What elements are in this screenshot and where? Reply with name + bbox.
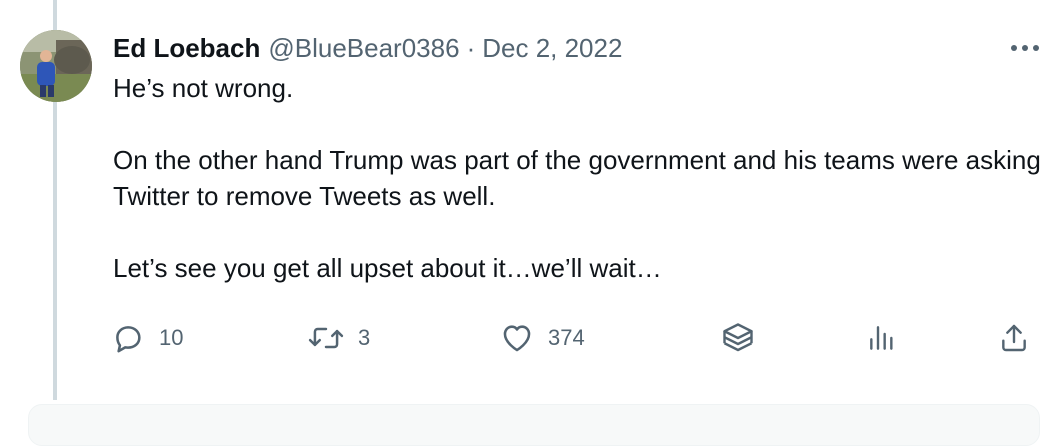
tweet-date[interactable]: Dec 2, 2022 xyxy=(482,33,622,64)
stack-layers-icon xyxy=(723,323,753,352)
retweet-icon xyxy=(308,327,344,349)
retweet-count: 3 xyxy=(358,325,371,350)
retweet-button[interactable]: 3 xyxy=(308,316,370,360)
tweet-actions-bar: 10 3 374 xyxy=(0,316,1054,360)
user-handle[interactable]: @BlueBear0386 xyxy=(268,33,459,64)
next-tweet-box xyxy=(28,404,1040,446)
heart-icon xyxy=(503,325,531,352)
more-options-button[interactable] xyxy=(1003,30,1047,66)
reply-count: 10 xyxy=(159,325,184,350)
avatar[interactable] xyxy=(20,30,92,102)
reply-bubble-icon xyxy=(116,326,141,353)
display-name[interactable]: Ed Loebach xyxy=(113,33,260,64)
tweet-header: Ed Loebach @BlueBear0386 · Dec 2, 2022 xyxy=(113,28,994,68)
separator-dot: · xyxy=(466,32,476,63)
reply-button[interactable]: 10 xyxy=(111,316,183,360)
like-count: 374 xyxy=(548,325,585,350)
share-button[interactable] xyxy=(998,316,1030,360)
tweet-text: He’s not wrong. On the other hand Trump … xyxy=(113,70,1043,286)
more-horizontal-icon xyxy=(1011,45,1039,51)
analytics-button[interactable] xyxy=(866,316,898,360)
tweet-paragraph: Let’s see you get all upset about it…we’… xyxy=(113,253,662,283)
like-button[interactable]: 374 xyxy=(500,316,585,360)
tweet-paragraph: On the other hand Trump was part of the … xyxy=(113,145,1041,211)
tweet-paragraph: He’s not wrong. xyxy=(113,73,294,103)
views-button[interactable] xyxy=(720,316,756,360)
bar-chart-icon xyxy=(870,326,893,350)
share-upload-icon xyxy=(1002,324,1026,352)
